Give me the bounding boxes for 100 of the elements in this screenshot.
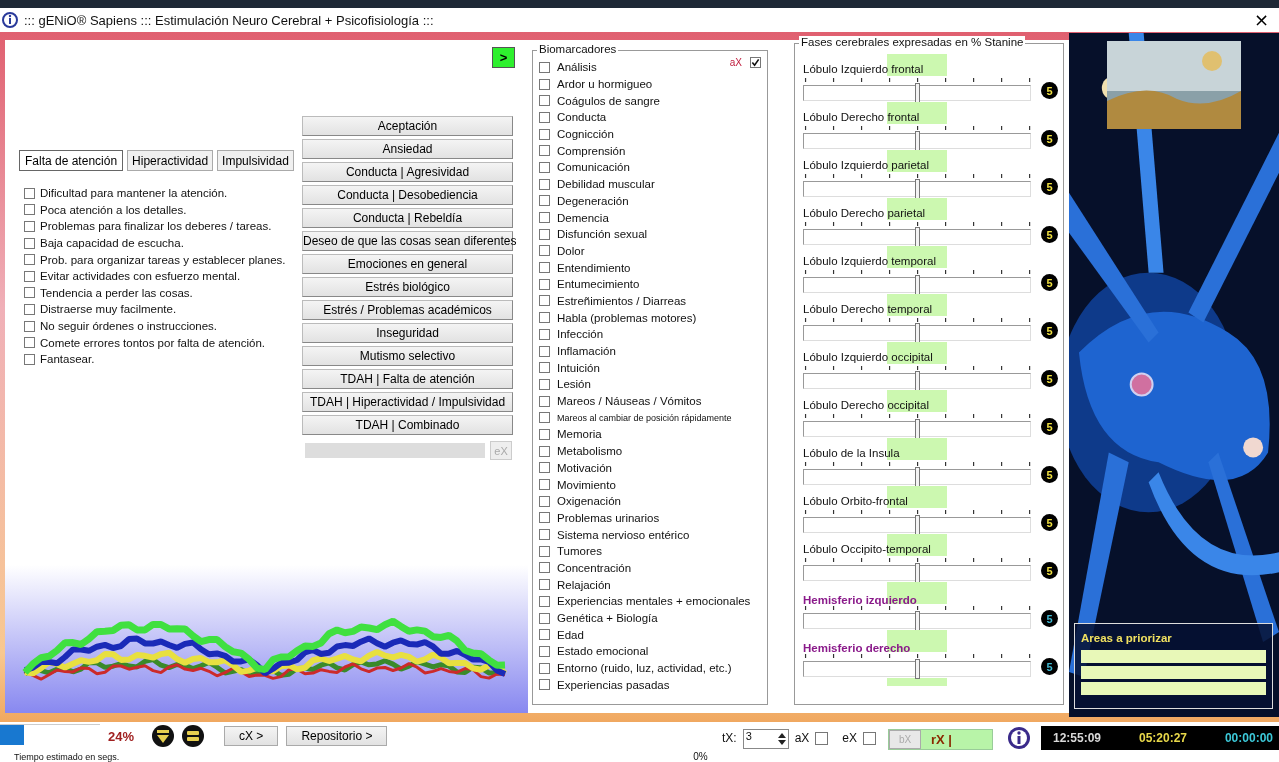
checkbox[interactable] — [539, 529, 550, 541]
checkbox[interactable] — [539, 328, 550, 340]
checkbox[interactable] — [539, 479, 550, 491]
slider-thumb[interactable] — [915, 659, 920, 679]
checkbox[interactable] — [539, 228, 550, 240]
protocol-button[interactable]: Aceptación — [302, 116, 513, 136]
checkbox[interactable] — [539, 378, 550, 390]
slider-track[interactable] — [803, 373, 1031, 389]
checkbox[interactable] — [539, 595, 550, 607]
slider-track[interactable] — [803, 277, 1031, 293]
protocol-button[interactable]: Estrés / Problemas académicos — [302, 300, 513, 320]
slider-track[interactable] — [803, 517, 1031, 533]
checkbox[interactable] — [539, 629, 550, 641]
protocol-button[interactable]: Mutismo selectivo — [302, 346, 513, 366]
slider-thumb[interactable] — [915, 371, 920, 391]
slider-track[interactable] — [803, 469, 1031, 485]
checkbox[interactable] — [539, 579, 550, 591]
checkbox[interactable] — [24, 353, 35, 365]
checkbox[interactable] — [539, 545, 550, 557]
checkbox[interactable] — [539, 512, 550, 524]
text-field[interactable] — [305, 443, 485, 458]
checkbox[interactable] — [539, 145, 550, 157]
toolbar-button[interactable]: cX > — [224, 726, 279, 746]
equals-icon[interactable] — [182, 725, 205, 747]
checkbox[interactable] — [24, 221, 35, 232]
protocol-button[interactable]: Estrés biológico — [302, 277, 513, 297]
slider-thumb[interactable] — [915, 83, 920, 103]
next-button[interactable]: > — [492, 47, 515, 68]
checkbox[interactable] — [539, 262, 550, 274]
checkbox[interactable] — [24, 204, 35, 216]
checkbox[interactable] — [539, 412, 550, 424]
checkbox[interactable] — [539, 128, 550, 140]
protocol-button[interactable]: Emociones en general — [302, 254, 513, 274]
slider-thumb[interactable] — [915, 227, 920, 247]
checkbox[interactable] — [539, 212, 550, 224]
protocol-button[interactable]: Conducta | Desobediencia — [302, 185, 513, 205]
protocol-button[interactable]: Ansiedad — [302, 139, 513, 159]
slider-thumb[interactable] — [915, 179, 920, 199]
checkbox[interactable] — [539, 662, 550, 674]
close-button[interactable]: × — [1249, 10, 1273, 30]
checkbox[interactable] — [539, 278, 550, 290]
slider-track[interactable] — [803, 133, 1031, 149]
protocol-button[interactable]: Conducta | Agresividad — [302, 162, 513, 182]
checkbox[interactable] — [539, 161, 550, 173]
checkbox[interactable] — [539, 312, 550, 324]
slider-thumb[interactable] — [915, 419, 920, 439]
slider-track[interactable] — [803, 613, 1031, 629]
slider-thumb[interactable] — [915, 611, 920, 631]
checkbox[interactable] — [539, 178, 550, 190]
slider-thumb[interactable] — [915, 515, 920, 535]
checkbox[interactable] — [539, 95, 550, 107]
checkbox[interactable] — [24, 303, 35, 315]
checkbox[interactable] — [539, 495, 550, 507]
protocol-button[interactable]: TDAH | Hiperactividad / Impulsividad — [302, 392, 513, 412]
slider-thumb[interactable] — [915, 275, 920, 295]
checkbox[interactable] — [539, 78, 550, 90]
checkbox[interactable] — [539, 111, 550, 123]
checkbox[interactable] — [539, 679, 550, 691]
slider-thumb[interactable] — [915, 323, 920, 343]
slider-track[interactable] — [803, 229, 1031, 245]
tab[interactable]: Hiperactividad — [127, 150, 214, 171]
checkbox[interactable] — [539, 562, 550, 574]
ex-checkbox[interactable] — [863, 732, 876, 745]
slider-track[interactable] — [803, 421, 1031, 437]
protocol-button[interactable]: Conducta | Rebeldía — [302, 208, 513, 228]
checkbox[interactable] — [539, 395, 550, 407]
protocol-button[interactable]: TDAH | Combinado — [302, 415, 513, 435]
checkbox[interactable] — [539, 295, 550, 307]
slider-thumb[interactable] — [915, 131, 920, 151]
slider-thumb[interactable] — [915, 467, 920, 487]
checkbox[interactable] — [24, 187, 35, 199]
spin-field[interactable]: 3 — [742, 729, 789, 749]
checkbox[interactable] — [24, 320, 35, 332]
ax-checkbox[interactable] — [815, 732, 829, 745]
tab[interactable]: Falta de atención — [19, 150, 124, 171]
toolbar-button[interactable]: Repositorio > — [286, 726, 388, 746]
checkbox[interactable] — [24, 237, 35, 249]
checkbox[interactable] — [539, 462, 550, 474]
checkbox[interactable] — [539, 195, 550, 207]
slider-track[interactable] — [803, 85, 1031, 101]
tab[interactable]: Impulsividad — [217, 150, 294, 171]
protocol-button[interactable]: TDAH | Falta de atención — [302, 369, 513, 389]
checkbox[interactable] — [539, 345, 550, 357]
checkbox[interactable] — [24, 270, 35, 282]
checkbox[interactable] — [539, 362, 550, 374]
checkbox[interactable] — [24, 337, 35, 349]
checkbox[interactable] — [539, 645, 550, 657]
ax-checkbox[interactable] — [750, 57, 761, 68]
slider-thumb[interactable] — [915, 563, 920, 583]
checkbox[interactable] — [539, 61, 550, 73]
slider-track[interactable] — [803, 661, 1031, 677]
checkbox[interactable] — [539, 428, 550, 440]
protocol-button[interactable]: Inseguridad — [302, 323, 513, 343]
checkbox[interactable] — [539, 245, 550, 257]
slider-track[interactable] — [803, 181, 1031, 197]
checkbox[interactable] — [24, 254, 35, 266]
checkbox[interactable] — [539, 612, 550, 624]
slider-track[interactable] — [803, 325, 1031, 341]
slider-track[interactable] — [803, 565, 1031, 581]
checkbox[interactable] — [539, 445, 550, 457]
